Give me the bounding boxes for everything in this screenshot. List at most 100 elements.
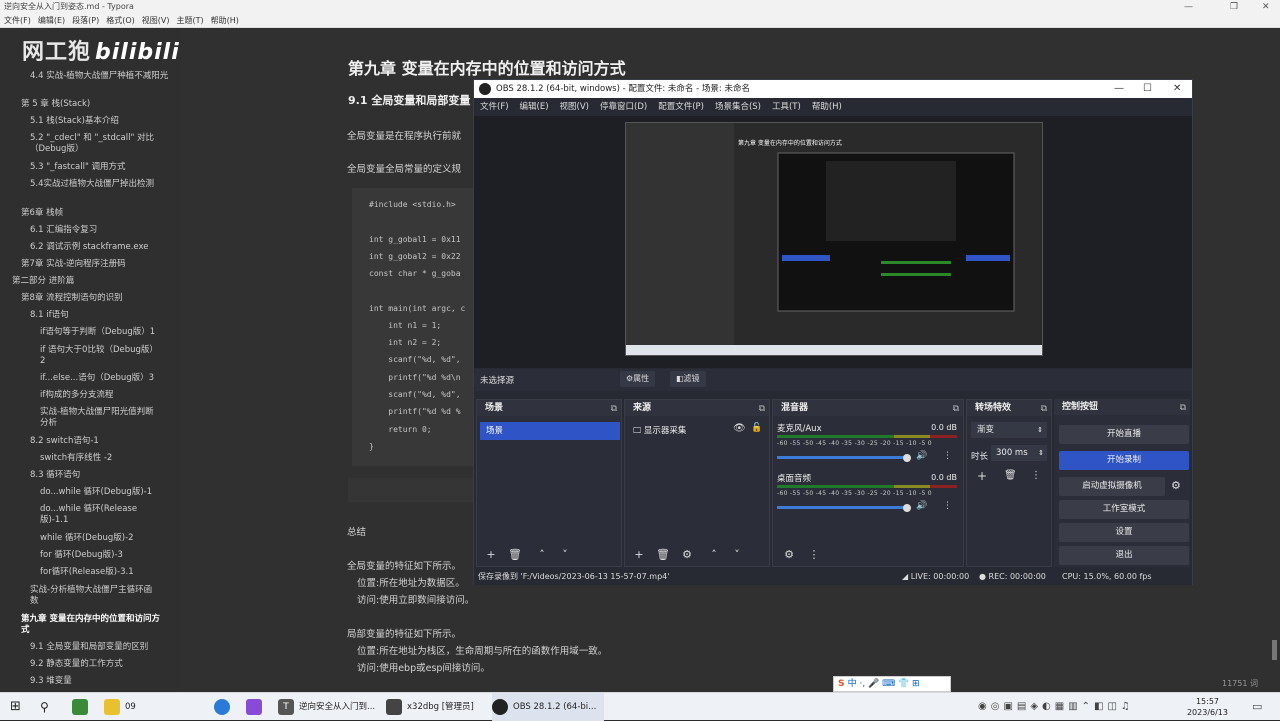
remove-scene-button[interactable]: 🗑 <box>507 548 523 562</box>
source-settings-gear-icon[interactable]: ⚙ <box>679 548 695 562</box>
obs-menu-profile[interactable]: 配置文件(P) <box>658 102 704 112</box>
toc-item[interactable]: 9.1 全局变量和局部变量的区别 <box>30 642 180 653</box>
obs-menu-scene-collection[interactable]: 场景集合(S) <box>715 102 761 112</box>
obs-menu-edit[interactable]: 编辑(E) <box>520 102 549 112</box>
popout-icon[interactable]: ⧉ <box>1041 401 1047 417</box>
obs-close-button[interactable]: ✕ <box>1173 80 1181 98</box>
mixer-settings-gear-icon[interactable]: ⚙ <box>781 548 797 562</box>
taskbar-x32dbg[interactable]: x32dbg [管理员] <box>386 693 474 721</box>
properties-button[interactable]: ⚙属性 <box>620 371 656 387</box>
toc-item[interactable]: 4.4 实战-植物大战僵尸种植不减阳光 <box>30 71 180 82</box>
popout-icon[interactable]: ⧉ <box>953 401 959 417</box>
toc-item[interactable]: 5.1 栈(Stack)基本介绍 <box>30 116 180 127</box>
remove-transition-button[interactable]: 🗑 <box>1004 470 1017 481</box>
toc-item[interactable]: do...while 循环(Debug版)-1 <box>40 487 190 498</box>
clock[interactable]: 15:57 2023/6/13 <box>1187 696 1228 718</box>
visibility-eye-icon[interactable]: 👁 <box>733 423 746 434</box>
search-icon[interactable]: ⚲ <box>40 693 49 721</box>
toc-item[interactable]: 实战-分析植物大战僵尸主循环函数 <box>30 585 160 607</box>
toc-item[interactable]: 第8章 流程控制语句的识别 <box>21 293 171 304</box>
toc-item[interactable]: 8.1 if语句 <box>30 310 180 321</box>
remove-source-button[interactable]: 🗑 <box>655 548 671 562</box>
word-count[interactable]: 11751 词 <box>1222 678 1258 689</box>
toc-item[interactable]: 第6章 栈帧 <box>21 208 171 219</box>
toc-item[interactable]: for 循环(Debug版)-3 <box>40 550 190 561</box>
toc-item[interactable]: 9.2 静态变量的工作方式 <box>30 659 180 670</box>
taskbar-explorer[interactable]: 09 <box>104 693 136 721</box>
obs-menu-view[interactable]: 视图(V) <box>560 102 589 112</box>
toc-item[interactable]: if 语句大于0比较（Debug版）2 <box>40 345 155 367</box>
exit-button[interactable]: 退出 <box>1059 546 1189 565</box>
toc-item[interactable]: 8.3 循环语句 <box>30 470 180 481</box>
toc-item[interactable]: if语句等于判断（Debug版）1 <box>40 327 190 338</box>
menu-paragraph[interactable]: 段落(P) <box>72 16 99 25</box>
toc-item[interactable]: do...while 循环(Release版)-1.1 <box>40 504 150 526</box>
move-down-button[interactable]: ˅ <box>729 548 745 562</box>
desktop-volume-slider[interactable] <box>777 506 907 509</box>
minimize-button[interactable]: — <box>1184 0 1193 14</box>
more-options-icon[interactable]: ⋮ <box>943 501 952 511</box>
move-up-button[interactable]: ˄ <box>534 548 550 562</box>
menu-edit[interactable]: 编辑(E) <box>38 16 65 25</box>
toc-item[interactable]: switch有序线性 -2 <box>40 453 190 464</box>
obs-menu-help[interactable]: 帮助(H) <box>812 102 842 112</box>
toc-item[interactable]: 5.2 "_cdecl" 和 "_stdcall" 对比（Debug版） <box>30 133 180 155</box>
speaker-icon[interactable]: 🔊 <box>916 501 927 511</box>
toc-item[interactable]: 9.3 堆变量 <box>30 676 180 687</box>
obs-minimize-button[interactable]: — <box>1114 80 1124 98</box>
toc-item[interactable]: while 循环(Debug版)-2 <box>40 533 190 544</box>
toc-item[interactable]: 第7章 实战-逆向程序注册码 <box>21 259 171 270</box>
editor-scrollbar[interactable] <box>1272 640 1277 660</box>
more-options-icon[interactable]: ⋮ <box>943 451 952 461</box>
slider-handle[interactable] <box>903 454 911 462</box>
popout-icon[interactable]: ⧉ <box>759 401 765 417</box>
toc-item[interactable]: 5.3 "_fastcall" 调用方式 <box>30 162 180 173</box>
close-button[interactable]: ✕ <box>1262 0 1270 14</box>
ime-toolbar[interactable]: S 中 ·, 🎤 ⌨ 👕 ⊞ <box>833 676 951 692</box>
move-up-button[interactable]: ˄ <box>706 548 722 562</box>
notification-icon[interactable]: ▭ <box>1252 693 1262 721</box>
popout-icon[interactable]: ⧉ <box>611 401 617 417</box>
toc-item[interactable]: 6.1 汇编指令复习 <box>30 225 180 236</box>
toc-item[interactable]: 8.2 switch语句-1 <box>30 436 180 447</box>
menu-format[interactable]: 格式(O) <box>106 16 135 25</box>
virtual-camera-gear-icon[interactable]: ⚙ <box>1171 479 1181 492</box>
filters-button[interactable]: ◧滤镜 <box>670 371 706 387</box>
toc-item[interactable]: 实战-植物大战僵尸阳光值判断分析 <box>40 407 160 429</box>
menu-file[interactable]: 文件(F) <box>4 16 31 25</box>
obs-menu-tools[interactable]: 工具(T) <box>772 102 801 112</box>
preview-canvas[interactable]: 第九章 变量在内存中的位置和访问方式 <box>625 122 1043 356</box>
duration-input[interactable]: 300 ms ⇕ <box>991 445 1047 461</box>
settings-button[interactable]: 设置 <box>1059 523 1189 542</box>
obs-menu-file[interactable]: 文件(F) <box>480 102 509 112</box>
add-scene-button[interactable]: + <box>483 548 499 562</box>
toc-item[interactable]: 第 5 章 栈(Stack) <box>21 99 171 110</box>
obs-menu-docks[interactable]: 停靠窗口(D) <box>600 102 647 112</box>
move-down-button[interactable]: ˅ <box>557 548 573 562</box>
menu-theme[interactable]: 主题(T) <box>176 16 203 25</box>
mixer-menu-icon[interactable]: ⋮ <box>806 548 822 562</box>
maximize-button[interactable]: ❐ <box>1230 0 1238 14</box>
obs-maximize-button[interactable]: ☐ <box>1143 80 1152 98</box>
toc-item[interactable]: 6.2 调试示例 stackframe.exe <box>30 242 180 253</box>
toc-item[interactable]: 5.4实战过植物大战僵尸掉出检测 <box>30 179 180 190</box>
add-transition-button[interactable]: + <box>977 469 987 483</box>
transition-select[interactable]: 渐变 ⇕ <box>971 422 1047 438</box>
add-source-button[interactable]: + <box>631 548 647 562</box>
taskbar-vs-icon[interactable] <box>246 693 267 721</box>
lock-icon[interactable]: 🔓 <box>751 423 762 433</box>
start-streaming-button[interactable]: 开始直播 <box>1059 425 1189 444</box>
menu-view[interactable]: 视图(V) <box>142 16 170 25</box>
taskbar-obs[interactable]: OBS 28.1.2 (64-bi... <box>492 693 605 721</box>
studio-mode-button[interactable]: 工作室模式 <box>1059 500 1189 519</box>
system-tray-icons[interactable]: ◉◎▣▤◈◐▦▥⌃◧◫♫ <box>978 693 1134 721</box>
popout-icon[interactable]: ⧉ <box>1180 400 1186 416</box>
mic-aux-volume-slider[interactable] <box>777 456 907 459</box>
windows-start-icon[interactable]: ⊞ <box>10 693 21 721</box>
transition-menu-icon[interactable]: ⋮ <box>1031 470 1041 481</box>
toc-item[interactable]: if...else...语句（Debug版）3 <box>40 373 190 384</box>
source-list-item[interactable]: 🖵 显示器采集 <box>633 424 686 436</box>
toc-item[interactable]: 第二部分 进阶篇 <box>12 276 162 287</box>
slider-handle[interactable] <box>903 504 911 512</box>
speaker-icon[interactable]: 🔊 <box>916 451 927 461</box>
